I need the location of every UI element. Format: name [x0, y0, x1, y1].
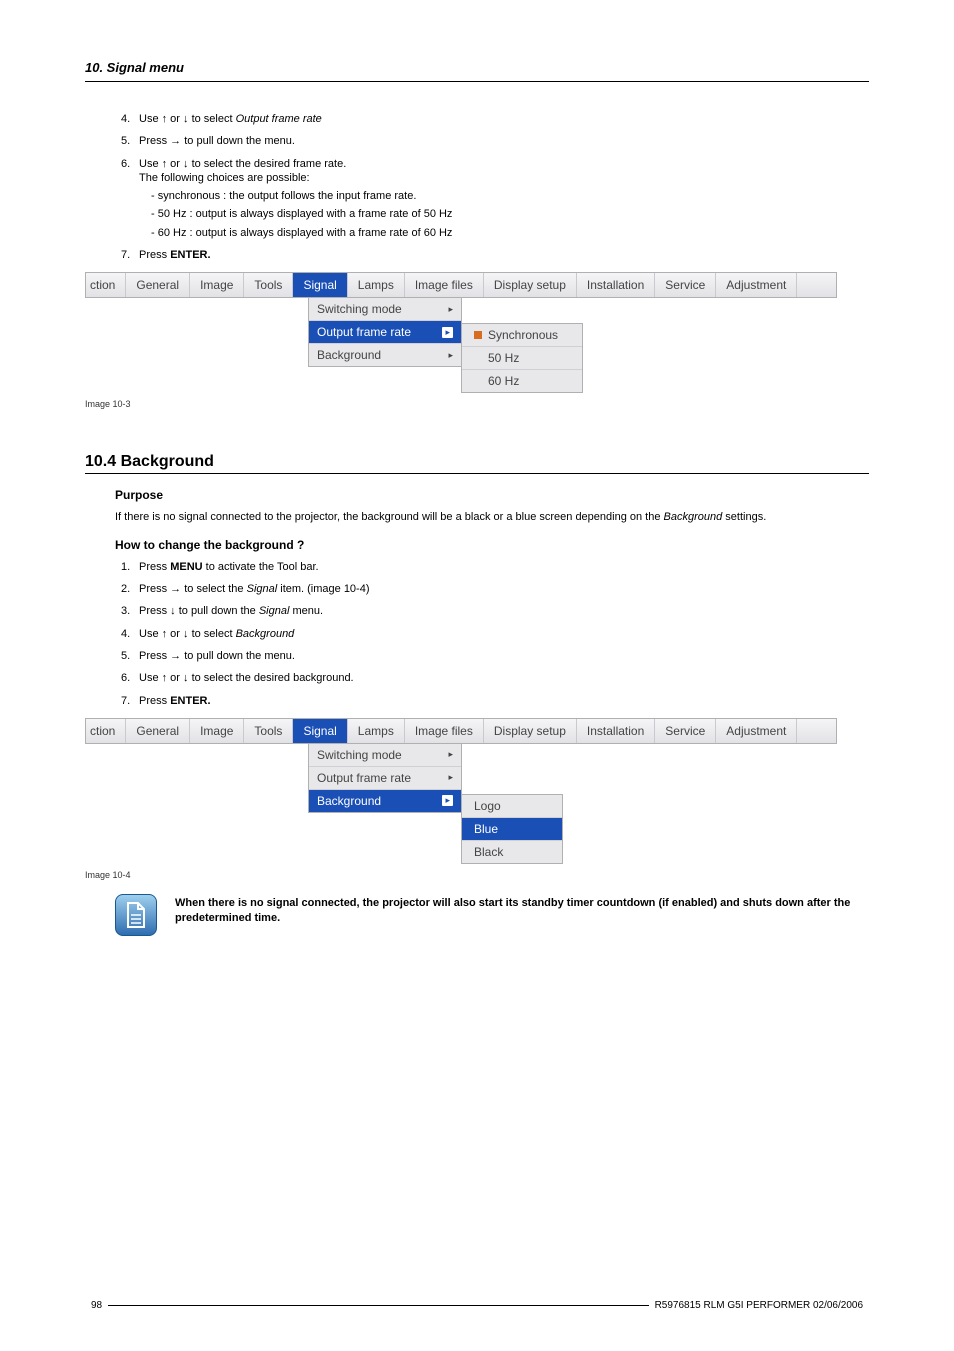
- tab-general-2[interactable]: General: [126, 719, 190, 743]
- figure-10-3: ction General Image Tools Signal Lamps I…: [85, 272, 869, 393]
- figure-10-4: ction General Image Tools Signal Lamps I…: [85, 718, 869, 864]
- steps-block-1: 4.Use ↑ or ↓ to select Output frame rate…: [115, 112, 869, 262]
- step-6-sub-c: 60 Hz : output is always displayed with …: [151, 226, 869, 240]
- tab-display-setup[interactable]: Display setup: [484, 273, 577, 297]
- chevron-right-icon: ▸: [448, 304, 453, 315]
- note-box: When there is no signal connected, the p…: [115, 894, 869, 936]
- step-6: 6.Use ↑ or ↓ to select the desired frame…: [121, 157, 869, 240]
- purpose-paragraph: If there is no signal connected to the p…: [115, 510, 869, 525]
- tab-image-files[interactable]: Image files: [405, 273, 484, 297]
- dropdown-signal-2: Switching mode▸ Output frame rate▸ Backg…: [308, 744, 462, 813]
- submenu-background: Logo Blue Black: [461, 794, 563, 864]
- step-b5: 5.Press → to pull down the menu.: [121, 649, 869, 663]
- section-10-4-heading: 10.4 Background: [85, 453, 869, 471]
- dropdown-switching-mode-2[interactable]: Switching mode▸: [309, 744, 461, 767]
- dropdown-background[interactable]: Background▸: [309, 344, 461, 366]
- chevron-right-icon: ▸: [448, 749, 453, 760]
- tab-signal-2[interactable]: Signal: [293, 719, 347, 743]
- submenu-synchronous[interactable]: Synchronous: [462, 324, 582, 347]
- submenu-50hz[interactable]: 50 Hz: [462, 347, 582, 370]
- step-6-sub-b: 50 Hz : output is always displayed with …: [151, 207, 869, 221]
- tab-signal[interactable]: Signal: [293, 273, 347, 297]
- note-text: When there is no signal connected, the p…: [175, 894, 869, 927]
- menu-bar-1: ction General Image Tools Signal Lamps I…: [85, 272, 837, 298]
- page-footer: 98 R5976815 RLM G5I PERFORMER 02/06/2006: [85, 1305, 869, 1311]
- submenu-black[interactable]: Black: [462, 841, 562, 863]
- step-b4: 4.Use ↑ or ↓ to select Background: [121, 627, 869, 641]
- chevron-right-icon: ▸: [442, 327, 453, 338]
- step-b6: 6.Use ↑ or ↓ to select the desired backg…: [121, 671, 869, 685]
- header-rule: [85, 81, 869, 82]
- howto-heading: How to change the background ?: [115, 538, 869, 552]
- chapter-header: 10. Signal menu: [85, 60, 869, 75]
- tab-display-setup-2[interactable]: Display setup: [484, 719, 577, 743]
- tab-general[interactable]: General: [126, 273, 190, 297]
- menu-bar-2: ction General Image Tools Signal Lamps I…: [85, 718, 837, 744]
- tab-installation-2[interactable]: Installation: [577, 719, 655, 743]
- tab-image-2[interactable]: Image: [190, 719, 244, 743]
- tab-service-2[interactable]: Service: [655, 719, 716, 743]
- step-6-sub-a: synchronous : the output follows the inp…: [151, 189, 869, 203]
- tab-tools[interactable]: Tools: [244, 273, 293, 297]
- step-4: 4.Use ↑ or ↓ to select Output frame rate: [121, 112, 869, 126]
- selected-marker-icon: [474, 331, 482, 339]
- chevron-right-icon: ▸: [442, 795, 453, 806]
- step-b7: 7.Press ENTER.: [121, 694, 869, 708]
- step-b3: 3.Press ↓ to pull down the Signal menu.: [121, 604, 869, 618]
- submenu-logo[interactable]: Logo: [462, 795, 562, 818]
- document-icon: [124, 901, 148, 929]
- tab-lamps-2[interactable]: Lamps: [348, 719, 405, 743]
- submenu-output-frame-rate: Synchronous 50 Hz 60 Hz: [461, 323, 583, 393]
- chevron-right-icon: ▸: [448, 350, 453, 361]
- tab-ction-2[interactable]: ction: [86, 719, 126, 743]
- chevron-right-icon: ▸: [448, 772, 453, 783]
- caption-10-3: Image 10-3: [85, 399, 869, 409]
- step-5: 5.Press → to pull down the menu.: [121, 134, 869, 148]
- tab-image-files-2[interactable]: Image files: [405, 719, 484, 743]
- section-rule: [85, 473, 869, 474]
- tab-service[interactable]: Service: [655, 273, 716, 297]
- tab-adjustment-2[interactable]: Adjustment: [716, 719, 797, 743]
- dropdown-switching-mode[interactable]: Switching mode▸: [309, 298, 461, 321]
- dropdown-output-frame-rate-2[interactable]: Output frame rate▸: [309, 767, 461, 790]
- submenu-60hz[interactable]: 60 Hz: [462, 370, 582, 392]
- tab-image[interactable]: Image: [190, 273, 244, 297]
- tab-tools-2[interactable]: Tools: [244, 719, 293, 743]
- step-7: 7.Press ENTER.: [121, 248, 869, 262]
- tab-adjustment[interactable]: Adjustment: [716, 273, 797, 297]
- step-b2: 2.Press → to select the Signal item. (im…: [121, 582, 869, 596]
- note-icon: [115, 894, 157, 936]
- step-b1: 1.Press MENU to activate the Tool bar.: [121, 560, 869, 574]
- caption-10-4: Image 10-4: [85, 870, 869, 880]
- dropdown-background-2[interactable]: Background▸: [309, 790, 461, 812]
- submenu-blue[interactable]: Blue: [462, 818, 562, 841]
- dropdown-signal-1: Switching mode▸ Output frame rate▸ Backg…: [308, 298, 462, 367]
- doc-id: R5976815 RLM G5I PERFORMER 02/06/2006: [649, 1300, 869, 1311]
- dropdown-output-frame-rate[interactable]: Output frame rate▸: [309, 321, 461, 344]
- purpose-heading: Purpose: [115, 488, 869, 502]
- tab-ction[interactable]: ction: [86, 273, 126, 297]
- page-number: 98: [85, 1300, 108, 1311]
- tab-installation[interactable]: Installation: [577, 273, 655, 297]
- tab-lamps[interactable]: Lamps: [348, 273, 405, 297]
